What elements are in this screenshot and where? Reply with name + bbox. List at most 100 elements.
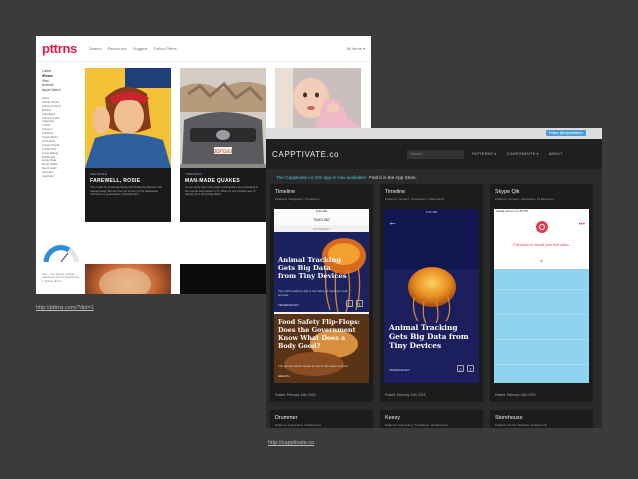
capptivate-card-timeline-detail[interactable]: Timeline Patterns: Content, Transitions,…: [380, 184, 483, 402]
bookmark-icon[interactable]: ▯: [457, 365, 464, 372]
row-divider: [494, 314, 589, 315]
story-headline: Animal Tracking Gets Big Data from Tiny …: [389, 323, 469, 350]
row-divider: [494, 339, 589, 340]
card-posted-date: Posted: February 14th, 2015: [385, 393, 426, 397]
pattern-card-rosie[interactable]: FEATURED FAREWELL, ROSIE The model for A…: [85, 68, 171, 222]
menu-components[interactable]: COMPONENTS ▾: [507, 152, 539, 156]
card-patterns: Patterns: Content, Transitions, UI Eleme…: [385, 197, 445, 201]
nav-search[interactable]: Search: [89, 46, 102, 51]
phone-screen-timeline-list: 9:41 AM TIMELINE YESTERDAY Animal Tracki…: [274, 209, 369, 383]
card-patterns: Patterns: Content, Interactive, UI Eleme…: [495, 197, 554, 201]
capptivate-url-link[interactable]: http://capptivate.co: [268, 440, 314, 446]
card-overlay: FEATURED FAREWELL, ROSIE The model for A…: [85, 168, 171, 222]
pattern-card-baby[interactable]: [275, 68, 361, 128]
card-title: Timeline: [275, 189, 296, 195]
row-divider: [494, 364, 589, 365]
share-icon[interactable]: ⇪: [467, 365, 474, 372]
capptivate-logo[interactable]: CAPPTIVATE.co: [272, 150, 339, 159]
menu-patterns[interactable]: PATTERNS ▾: [472, 152, 496, 156]
capptivate-header: CAPPTIVATE.co Search... PATTERNS ▾ COMPO…: [266, 139, 602, 169]
capptivate-top-strip: Follow @capptivateco: [266, 128, 602, 139]
pttrns-topbar: pttrns Search Resources Suggest Follow P…: [36, 36, 371, 62]
phone-screen-timeline-detail: 9:41 AM ← Animal Tracking Gets Big Data …: [384, 209, 479, 383]
phone-status-time: 9:41 AM: [425, 210, 437, 214]
card-posted-date: Posted: February 14th, 2015: [275, 393, 316, 397]
story-category: TECHNOLOGY: [278, 303, 300, 307]
license-plate-text: 3DFY243: [214, 149, 233, 154]
story-headline: Animal Tracking Gets Big Data from Tiny …: [278, 256, 347, 280]
capptivate-card-keezy[interactable]: Keezy Patterns: Interactive, Transitions…: [380, 410, 483, 428]
card-patterns: Patterns: Interactive, Transitions, UI E…: [385, 423, 448, 427]
stat-gauge-widget: Stat — Top Tab-bar, Android Dashboard, A…: [42, 242, 80, 283]
pattern-card-quakes[interactable]: 3DFY243 TRENDING MAN-MADE QUAKES A new s…: [180, 68, 266, 222]
capptivate-card-skype-qik[interactable]: Skype Qik Patterns: Content, Interactive…: [490, 184, 593, 402]
pull-message: Pull down to record your first video.: [494, 241, 589, 257]
row-divider: [494, 289, 589, 290]
story-card-food: Food Safety Flip-Flops: Does the Governm…: [274, 314, 369, 383]
volcano-image: [85, 264, 171, 294]
nav-follow[interactable]: Follow Pttrns: [154, 46, 177, 51]
baby-image: [275, 68, 361, 128]
card-title: Timeline: [385, 189, 406, 195]
pttrns-nav: Search Resources Suggest Follow Pttrns: [89, 46, 177, 51]
nav-suggest[interactable]: Suggest: [133, 46, 148, 51]
device-list: Latest iPhone iPad Android Apple Watch: [42, 69, 82, 93]
pull-area: [494, 267, 589, 269]
story-card-animal: Animal Tracking Gets Big Data from Tiny …: [274, 232, 369, 312]
record-icon[interactable]: [536, 221, 548, 233]
card-title: Storehouse: [495, 415, 523, 421]
share-icon[interactable]: ⇪: [356, 300, 363, 307]
pattern-card-volcano[interactable]: [85, 264, 171, 294]
story-headline: Food Safety Flip-Flops: Does the Governm…: [278, 318, 361, 350]
card-patterns: Patterns: Interactive, UI Elements: [275, 423, 322, 427]
phone-nav-title: TIMELINE: [274, 215, 369, 225]
story-summary: Tiny GPS tracker a big in the future of …: [278, 289, 348, 297]
search-input[interactable]: Search...: [407, 149, 465, 159]
story-category: TECHNOLOGY: [389, 368, 411, 372]
chevron-down-icon: ⌄: [494, 257, 589, 267]
follow-button[interactable]: Follow @capptivateco: [545, 130, 586, 136]
phone-screen-qik: ●●●●● Verizon ▾ 1:59 PM ••• Pull down to…: [494, 209, 589, 383]
back-arrow-icon[interactable]: ←: [388, 217, 397, 227]
rosie-image: [85, 68, 171, 168]
qik-header: •••: [494, 215, 589, 241]
card-tag: TRENDING: [185, 172, 203, 176]
capptivate-card-drummer[interactable]: Drummer Patterns: Interactive, UI Elemen…: [270, 410, 373, 428]
jellyfish-detail-image: [384, 209, 479, 383]
capptivate-card-storehouse[interactable]: Storehouse Patterns: Pull to Refresh, UI…: [490, 410, 593, 428]
filter-dropdown[interactable]: All Items ▾: [347, 46, 365, 51]
gauge-caption: Stat — Top Tab-bar, Android Dashboard, A…: [42, 273, 80, 283]
capptivate-card-timeline[interactable]: Timeline Patterns: Navigation, Transitio…: [270, 184, 373, 402]
nav-resources[interactable]: Resources: [108, 46, 127, 51]
phone-day-label: YESTERDAY: [312, 227, 331, 231]
card-patterns: Patterns: Navigation, Transitions: [275, 197, 320, 201]
pttrns-url-link[interactable]: http://pttrns.com/?did=1: [36, 305, 94, 311]
pttrns-sidebar: Latest iPhone iPad Android Apple Watch A…: [42, 69, 82, 183]
menu-about[interactable]: ABOUT: [549, 152, 563, 156]
capptivate-menu: PATTERNS ▾ COMPONENTS ▾ ABOUT: [472, 152, 563, 156]
more-icon[interactable]: •••: [579, 222, 585, 228]
story-summary: The government's heads to look to the la…: [278, 364, 348, 368]
card-title: Keezy: [385, 415, 400, 421]
card-tag: FEATURED: [90, 172, 108, 176]
card-overlay: TRENDING MAN-MADE QUAKES A new study say…: [180, 168, 266, 222]
pttrns-logo[interactable]: pttrns: [42, 41, 77, 56]
banner-text: Find it in the App Store.: [369, 174, 417, 180]
pattern-card-dark[interactable]: [180, 264, 266, 294]
card-title: FAREWELL, ROSIE: [90, 178, 141, 184]
card-title: Drummer: [275, 415, 298, 421]
bookmark-icon[interactable]: ▯: [346, 300, 353, 307]
category-item[interactable]: Feedback: [42, 175, 82, 179]
app-banner[interactable]: The Capptivate.co iOS app is now availab…: [266, 169, 602, 185]
card-patterns: Patterns: Pull to Refresh, UI Elements: [495, 423, 548, 427]
card-title: MAN-MADE QUAKES: [185, 178, 241, 184]
gauge-icon: [43, 244, 79, 263]
card-description: A new study says man-made earthquakes ar…: [185, 185, 259, 197]
banner-highlight: The Capptivate.co iOS app is now availab…: [276, 174, 367, 180]
story-category: HEALTH: [278, 374, 290, 378]
card-posted-date: Posted: February 14th, 2015: [495, 393, 536, 397]
device-apple-watch[interactable]: Apple Watch: [42, 88, 82, 93]
card-title: Skype Qik: [495, 189, 520, 195]
category-list: About Activity Feeds Ads Promotions Brow…: [42, 97, 82, 179]
quake-car-image: 3DFY243: [180, 68, 266, 178]
